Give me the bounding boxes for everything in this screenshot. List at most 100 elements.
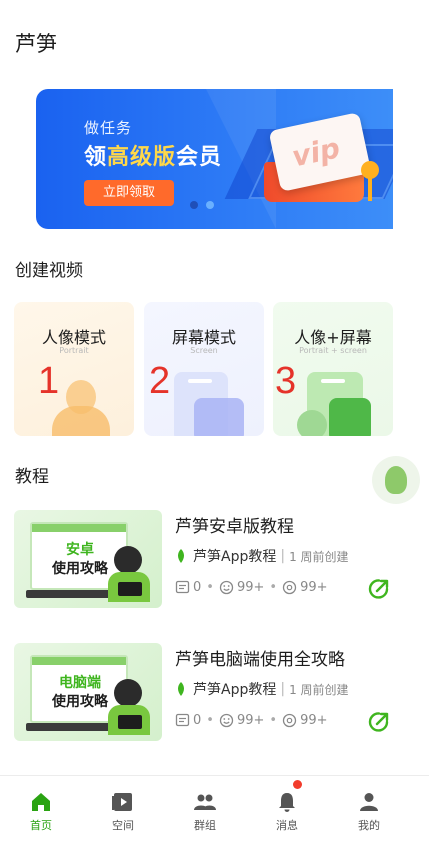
thumbnail-text: 电脑端 使用攻略 <box>40 674 120 712</box>
bell-icon <box>279 793 295 812</box>
banner-headline-suffix: 会员 <box>176 145 223 170</box>
smile-icon <box>219 713 234 728</box>
portrait-illustration-body <box>52 406 110 436</box>
comment-count: 0 <box>193 713 202 728</box>
smile-icon <box>219 580 234 595</box>
presenter-illustration <box>114 679 142 707</box>
mode-subtitle: Screen <box>190 346 218 355</box>
phone-notch <box>188 379 212 383</box>
nav-label: 我的 <box>358 819 380 832</box>
vip-card-text: vip <box>289 131 343 174</box>
banner-headline-prefix: 领 <box>84 145 108 170</box>
view-count: 99+ <box>300 713 328 728</box>
tutorial-thumbnail: 安卓 使用攻略 <box>14 510 162 608</box>
phone-notch <box>321 379 345 383</box>
thumbnail-line1: 电脑端 <box>59 675 101 691</box>
thumbnail-line2: 使用攻略 <box>52 694 108 710</box>
tutorial-meta: 芦笋App教程 | 1 周前创建 <box>175 679 349 699</box>
sprout-logo-icon <box>385 466 407 494</box>
phone-illustration-front <box>329 398 371 436</box>
tutorial-stats: 0 • 99+ • 99+ <box>175 580 328 595</box>
carousel-dot[interactable] <box>190 201 198 209</box>
stats-dot: • <box>206 580 214 595</box>
sprout-icon <box>178 682 184 696</box>
comment-icon <box>175 580 190 594</box>
create-video-title: 创建视频 <box>15 261 83 281</box>
thumbnail-line1: 安卓 <box>66 542 94 558</box>
presenter-illustration <box>114 546 142 574</box>
tutorial-time: 1 周前创建 <box>289 682 349 697</box>
comment-icon <box>175 713 190 727</box>
play-icon <box>112 793 132 811</box>
share-icon[interactable] <box>366 576 392 602</box>
bottom-nav: 首页 空间 群组 消息 我的 <box>0 776 410 845</box>
tutorial-title[interactable]: 芦笋电脑端使用全攻略 <box>175 645 345 670</box>
tutorial-author[interactable]: 芦笋App教程 <box>193 679 276 699</box>
phone-illustration-front <box>194 398 244 436</box>
nav-item-profile[interactable]: 我的 <box>328 776 410 845</box>
mode-number: 3 <box>275 360 297 402</box>
share-icon[interactable] <box>366 709 392 735</box>
tutorial-item[interactable]: 电脑端 使用攻略 芦笋电脑端使用全攻略 芦笋App教程 | 1 周前创建 0 •… <box>14 643 414 741</box>
promo-banner[interactable]: 做任务 领高级版会员 立即领取 vip <box>36 89 393 229</box>
user-icon <box>360 793 378 811</box>
view-count: 99+ <box>300 580 328 595</box>
mode-title: 人像+屏幕 <box>294 328 372 347</box>
nav-label: 首页 <box>30 819 52 832</box>
tutorial-item[interactable]: 安卓 使用攻略 芦笋安卓版教程 芦笋App教程 | 1 周前创建 0 • 99+… <box>14 510 414 608</box>
notification-badge <box>293 780 302 789</box>
nav-item-home[interactable]: 首页 <box>0 776 82 845</box>
nav-item-messages[interactable]: 消息 <box>246 776 328 845</box>
mode-number: 1 <box>38 360 60 402</box>
screen-mode-card[interactable]: 屏幕模式 Screen 2 <box>144 302 264 436</box>
laptop-illustration <box>118 715 142 729</box>
vip-pendant <box>361 161 379 179</box>
mode-subtitle: Portrait <box>59 346 89 355</box>
nav-label: 消息 <box>276 819 298 832</box>
stats-dot: • <box>269 713 278 728</box>
claim-button[interactable]: 立即领取 <box>84 180 174 206</box>
mode-subtitle: Portrait + screen <box>299 346 367 355</box>
banner-headline-highlight: 高级版 <box>107 145 177 170</box>
eye-icon <box>282 713 297 728</box>
mode-title: 屏幕模式 <box>171 328 236 347</box>
nav-item-space[interactable]: 空间 <box>82 776 164 845</box>
sprout-icon <box>178 549 184 563</box>
portrait-mode-card[interactable]: 人像模式 Portrait 1 <box>14 302 134 436</box>
comment-count: 0 <box>193 580 202 595</box>
app-title: 芦笋 <box>15 32 57 56</box>
meta-separator: | <box>280 548 286 564</box>
carousel-dot-active[interactable] <box>206 201 214 209</box>
floating-logo-button[interactable] <box>372 456 420 504</box>
stats-dot: • <box>269 580 278 595</box>
tutorial-meta: 芦笋App教程 | 1 周前创建 <box>175 546 349 566</box>
tutorials-title: 教程 <box>15 467 49 487</box>
meta-separator: | <box>280 681 286 697</box>
tutorial-time: 1 周前创建 <box>289 549 349 564</box>
laptop-illustration <box>118 582 142 596</box>
home-icon <box>32 793 50 811</box>
like-count: 99+ <box>236 713 265 728</box>
tutorial-title[interactable]: 芦笋安卓版教程 <box>175 512 294 537</box>
eye-icon <box>282 580 297 595</box>
portrait-screen-mode-card[interactable]: 人像+屏幕 Portrait + screen 3 <box>273 302 393 436</box>
nav-item-groups[interactable]: 群组 <box>164 776 246 845</box>
nav-label: 群组 <box>194 819 216 832</box>
mode-number: 2 <box>149 360 171 402</box>
group-icon <box>194 794 216 810</box>
tutorial-author[interactable]: 芦笋App教程 <box>193 546 276 566</box>
nav-label: 空间 <box>112 819 134 832</box>
banner-subtitle: 做任务 <box>84 119 133 137</box>
tutorial-thumbnail: 电脑端 使用攻略 <box>14 643 162 741</box>
thumbnail-screen-bar <box>32 524 126 532</box>
banner-headline: 领高级版会员 <box>84 139 222 171</box>
carousel-dots <box>190 201 214 209</box>
tutorial-stats: 0 • 99+ • 99+ <box>175 713 328 728</box>
like-count: 99+ <box>236 580 265 595</box>
person-illustration <box>297 410 327 436</box>
stats-dot: • <box>206 713 214 728</box>
thumbnail-text: 安卓 使用攻略 <box>40 541 120 579</box>
mode-title: 人像模式 <box>41 328 106 347</box>
thumbnail-line2: 使用攻略 <box>52 561 108 577</box>
thumbnail-screen-bar <box>32 657 126 665</box>
